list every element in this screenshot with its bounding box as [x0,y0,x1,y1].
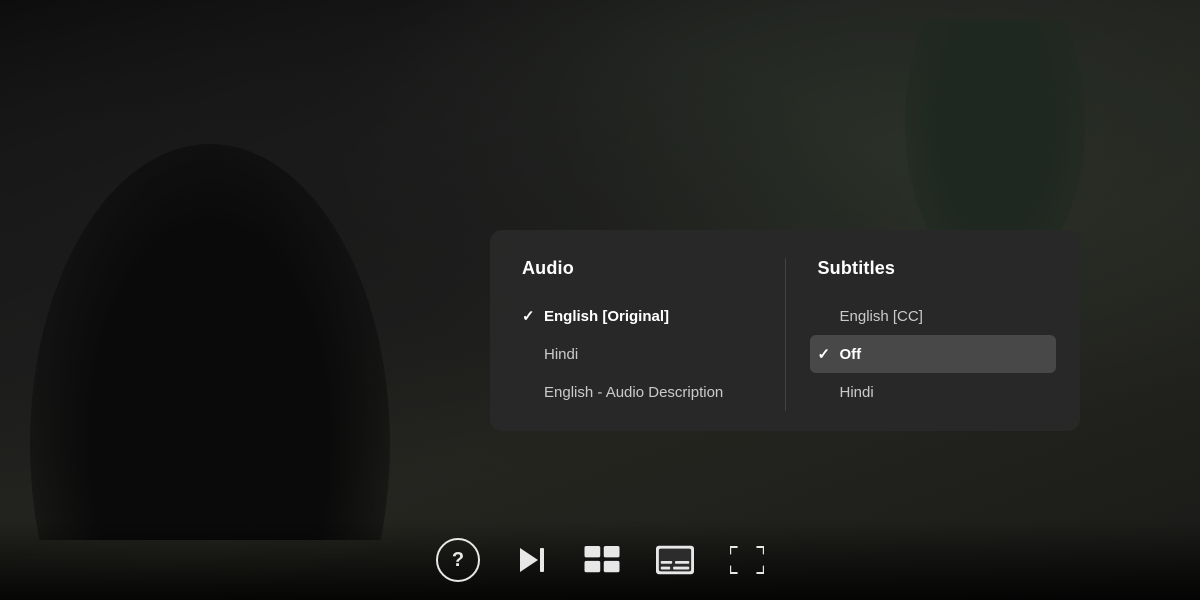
help-button[interactable]: ? [436,538,480,582]
audio-item-english-original[interactable]: ✓ English [Original] [522,297,753,335]
audio-label-english-description: English - Audio Description [544,384,753,401]
subtitles-item-english-cc[interactable]: ✓ English [CC] [818,297,1049,335]
fullscreen-button[interactable] [730,546,764,574]
audio-item-english-description[interactable]: ✓ English - Audio Description [522,373,753,411]
skip-next-icon [516,544,548,576]
subtitles-label-hindi: Hindi [840,384,1049,401]
audio-label-hindi: Hindi [544,346,753,363]
subtitles-label-off: Off [840,346,1049,363]
controls-bar: ? [0,520,1200,600]
episodes-icon [584,546,620,574]
skip-next-button[interactable] [516,544,548,576]
subtitles-header: Subtitles [818,258,1049,279]
audio-item-hindi[interactable]: ✓ Hindi [522,335,753,373]
help-circle: ? [436,538,480,582]
subtitles-label-english-cc: English [CC] [840,308,1049,325]
audio-column: Audio ✓ English [Original] ✓ Hindi ✓ Eng… [490,258,785,411]
check-icon-english-original: ✓ [522,307,544,325]
subtitles-icon [656,545,694,575]
subtitles-item-off[interactable]: ✓ Off [810,335,1057,373]
check-icon-off: ✓ [818,345,840,363]
question-mark-icon: ? [452,549,464,572]
audio-subtitles-panel: Audio ✓ English [Original] ✓ Hindi ✓ Eng… [490,230,1080,431]
subtitles-column: Subtitles ✓ English [CC] ✓ Off ✓ Hindi [785,258,1081,411]
subtitles-button[interactable] [656,545,694,575]
subtitles-item-hindi[interactable]: ✓ Hindi [818,373,1049,411]
audio-header: Audio [522,258,753,279]
fullscreen-icon [730,546,764,574]
episodes-button[interactable] [584,546,620,574]
audio-label-english-original: English [Original] [544,308,753,325]
